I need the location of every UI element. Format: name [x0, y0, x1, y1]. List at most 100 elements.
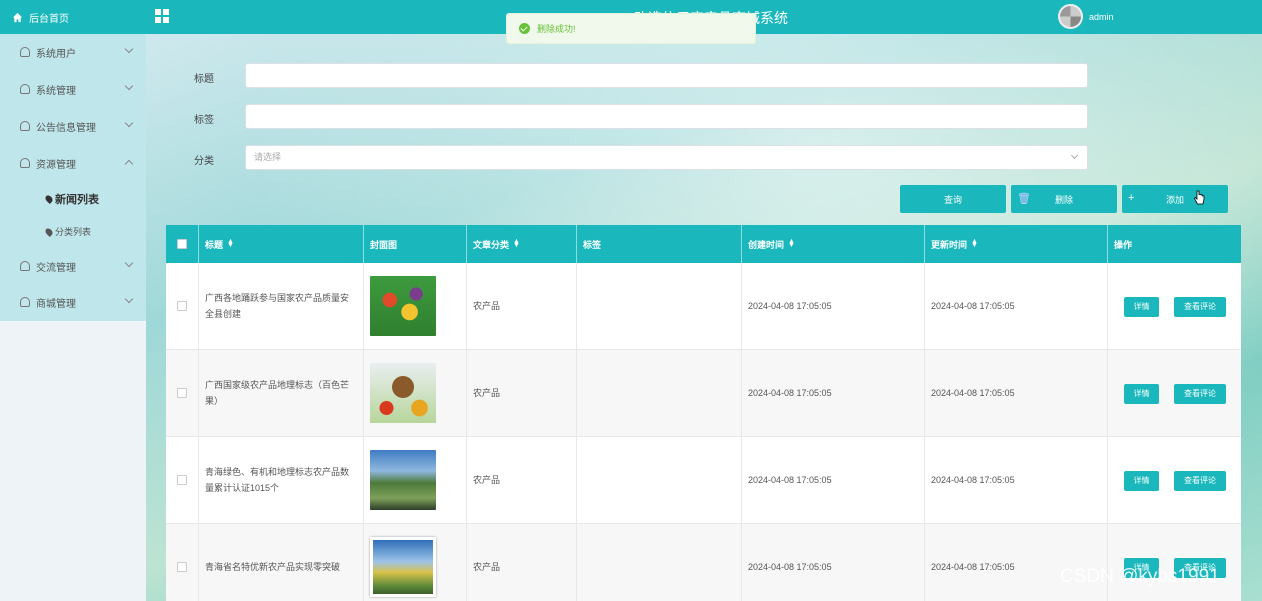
detail-button[interactable]: 详情 — [1124, 297, 1159, 317]
success-toast: 删除成功! — [506, 13, 756, 44]
sidebar-item-resources[interactable]: 资源管理 — [0, 145, 146, 181]
sidebar-item-notice[interactable]: 公告信息管理 — [0, 108, 146, 144]
location-pin-icon — [44, 226, 54, 237]
watermark: CSDN @kybs1991 — [1060, 566, 1220, 587]
user-menu[interactable]: admin — [1058, 4, 1114, 29]
column-header-title[interactable]: 标题 ▲ ▼ — [199, 225, 364, 263]
column-header-created[interactable]: 创建时间 ▲ ▼ — [742, 225, 925, 263]
category-filter-label: 分类 — [194, 156, 214, 167]
tags-cell — [577, 524, 742, 601]
created-cell: 2024-04-08 17:05:05 — [742, 350, 925, 437]
user-icon — [20, 261, 30, 271]
column-header-label: 标签 — [583, 239, 602, 250]
row-select-cell — [166, 437, 199, 524]
row-checkbox[interactable] — [177, 301, 187, 311]
user-icon — [20, 47, 30, 57]
table-row: 广西国家级农产品地理标志（百色芒果） 农产品 2024-04-08 17:05:… — [166, 350, 1241, 437]
created-cell: 2024-04-08 17:05:05 — [742, 524, 925, 601]
sidebar-item-label: 公告信息管理 — [36, 122, 96, 134]
toast-message: 删除成功! — [537, 24, 576, 34]
cover-cell — [364, 350, 467, 437]
row-select-cell — [166, 350, 199, 437]
column-header-label: 文章分类 — [473, 239, 510, 250]
detail-button[interactable]: 详情 — [1124, 384, 1159, 404]
sort-icon[interactable]: ▲ ▼ — [788, 238, 795, 249]
tags-filter-input[interactable] — [245, 104, 1088, 129]
column-header-label: 标题 — [205, 239, 224, 250]
row-select-cell — [166, 524, 199, 601]
sidebar-item-label: 系统管理 — [36, 85, 76, 97]
avatar — [1058, 4, 1083, 29]
sidebar-subitem-label: 新闻列表 — [55, 194, 99, 206]
tags-cell — [577, 263, 742, 350]
cover-image — [370, 363, 436, 423]
title-cell: 青海省名特优新农产品实现零突破 — [199, 524, 364, 601]
column-header-updated[interactable]: 更新时间 ▲ ▼ — [925, 225, 1108, 263]
delete-button[interactable]: 🗑 删除 — [1011, 185, 1117, 213]
chevron-down-icon — [124, 118, 134, 128]
actions-cell: 详情 查看评论 — [1108, 263, 1241, 350]
column-header-tags: 标签 — [577, 225, 742, 263]
sort-icon[interactable]: ▲ ▼ — [971, 238, 978, 249]
column-header-label: 封面图 — [370, 239, 398, 250]
chevron-up-icon — [124, 159, 134, 169]
sidebar-item-system-users[interactable]: 系统用户 — [0, 34, 146, 70]
column-header-category[interactable]: 文章分类 ▲ ▼ — [467, 225, 577, 263]
chevron-down-icon — [124, 294, 134, 304]
user-icon — [20, 297, 30, 307]
sidebar: 系统用户 系统管理 公告信息管理 资源管理 新闻列表 分类列表 交流管理 商城管… — [0, 34, 146, 321]
title-filter-label: 标题 — [194, 74, 214, 85]
add-button-label: 添加 — [1165, 194, 1184, 205]
sidebar-item-system-admin[interactable]: 系统管理 — [0, 71, 146, 107]
column-header-label: 更新时间 — [931, 239, 968, 250]
sidebar-subitem-label: 分类列表 — [55, 227, 92, 237]
sidebar-item-label: 系统用户 — [36, 48, 76, 60]
sidebar-empty-area — [0, 321, 146, 601]
title-cell: 青海绿色、有机和地理标志农产品数量累计认证1015个 — [199, 437, 364, 524]
updated-cell: 2024-04-08 17:05:05 — [925, 263, 1108, 350]
title-cell: 广西各地踊跃参与国家农产品质量安全县创建 — [199, 263, 364, 350]
table-row: 广西各地踊跃参与国家农产品质量安全县创建 农产品 2024-04-08 17:0… — [166, 263, 1241, 350]
plus-icon: + — [1128, 192, 1135, 204]
title-cell: 广西国家级农产品地理标志（百色芒果） — [199, 350, 364, 437]
updated-cell: 2024-04-08 17:05:05 — [925, 524, 1108, 601]
query-button[interactable]: 查询 — [900, 185, 1006, 213]
row-checkbox[interactable] — [177, 475, 187, 485]
add-button[interactable]: + 添加 — [1122, 185, 1228, 213]
sort-icon[interactable]: ▲ ▼ — [513, 238, 520, 249]
cover-cell — [364, 437, 467, 524]
tags-cell — [577, 350, 742, 437]
actions-cell: 详情 查看评论 — [1108, 524, 1241, 601]
updated-cell: 2024-04-08 17:05:05 — [925, 437, 1108, 524]
actions-cell: 详情 查看评论 — [1108, 350, 1241, 437]
sidebar-item-label: 资源管理 — [36, 159, 76, 171]
detail-button[interactable]: 详情 — [1124, 471, 1159, 491]
row-checkbox[interactable] — [177, 388, 187, 398]
chevron-down-icon — [124, 44, 134, 54]
title-filter-input[interactable] — [245, 63, 1088, 88]
view-comments-button[interactable]: 查看评论 — [1174, 297, 1226, 317]
cover-cell — [364, 263, 467, 350]
category-cell: 农产品 — [467, 524, 577, 601]
view-comments-button[interactable]: 查看评论 — [1174, 384, 1226, 404]
sort-icon[interactable]: ▲ ▼ — [227, 238, 234, 249]
category-select-placeholder: 请选择 — [254, 152, 282, 162]
row-checkbox[interactable] — [177, 562, 187, 572]
tags-cell — [577, 437, 742, 524]
user-icon — [20, 121, 30, 131]
sidebar-item-mall[interactable]: 商城管理 — [0, 284, 146, 320]
user-icon — [20, 84, 30, 94]
sidebar-item-communication[interactable]: 交流管理 — [0, 248, 146, 284]
location-pin-icon — [44, 194, 54, 204]
cover-image — [370, 450, 436, 510]
chevron-down-icon — [124, 81, 134, 91]
username: admin — [1089, 11, 1114, 22]
created-cell: 2024-04-08 17:05:05 — [742, 263, 925, 350]
actions-cell: 详情 查看评论 — [1108, 437, 1241, 524]
view-comments-button[interactable]: 查看评论 — [1174, 471, 1226, 491]
table-row: 青海省名特优新农产品实现零突破 农产品 2024-04-08 17:05:05 … — [166, 524, 1241, 601]
category-select[interactable]: 请选择 — [245, 145, 1088, 170]
sidebar-subitem-category-list[interactable]: 分类列表 — [44, 225, 92, 238]
select-all-checkbox[interactable] — [177, 239, 187, 249]
sidebar-subitem-news-list[interactable]: 新闻列表 — [44, 191, 99, 207]
